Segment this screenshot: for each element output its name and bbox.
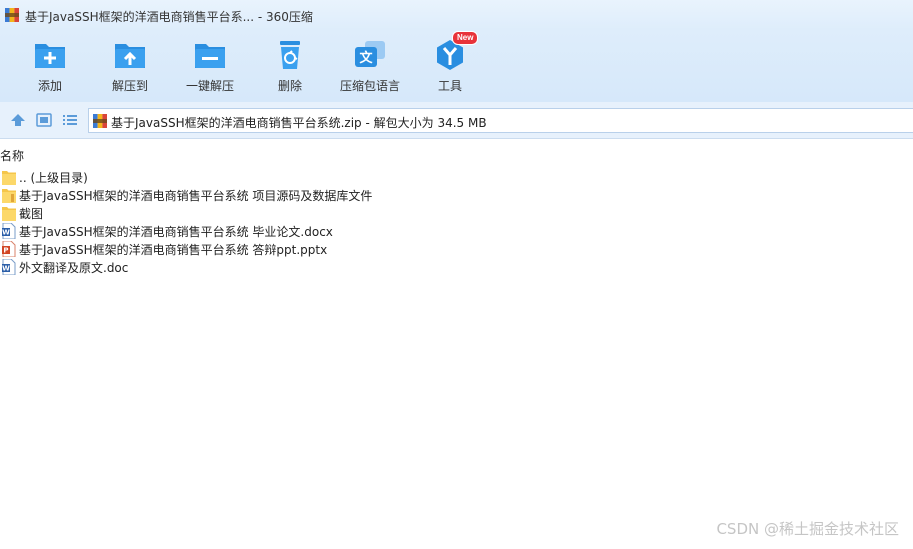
list-item[interactable]: 截图: [0, 204, 913, 222]
watermark: CSDN @稀土掘金技术社区: [716, 520, 899, 538]
list-item[interactable]: 基于JavaSSH框架的洋酒电商销售平台系统 项目源码及数据库文件: [0, 186, 913, 204]
list-view-icon[interactable]: [62, 113, 78, 127]
delete-icon: [280, 41, 300, 69]
add-button[interactable]: 添加: [10, 38, 90, 94]
word-document-icon: W: [2, 259, 16, 275]
file-list: .. (上级目录) 基于JavaSSH框架的洋酒电商销售平台系统 项目源码及数据…: [0, 168, 913, 276]
tools-button[interactable]: New 工具: [410, 31, 490, 94]
window-title: 基于JavaSSH框架的洋酒电商销售平台系... - 360压缩: [25, 10, 313, 24]
svg-text:W: W: [2, 265, 10, 273]
new-badge: New: [452, 31, 479, 45]
thumbnail-view-icon[interactable]: [36, 113, 52, 127]
folder-icon: [2, 189, 16, 203]
navigation-bar: 基于JavaSSH框架的洋酒电商销售平台系统.zip - 解包大小为 34.5 …: [0, 102, 913, 139]
extract-to-icon: [115, 44, 145, 68]
folder-icon: [2, 207, 16, 221]
archive-path: 基于JavaSSH框架的洋酒电商销售平台系统.zip - 解包大小为 34.5 …: [111, 116, 487, 130]
powerpoint-document-icon: P: [2, 241, 16, 257]
delete-button[interactable]: 删除: [250, 38, 330, 94]
archive-language-button[interactable]: 文 压缩包语言: [330, 38, 410, 94]
list-item[interactable]: P 基于JavaSSH框架的洋酒电商销售平台系统 答辩ppt.pptx: [0, 240, 913, 258]
list-item[interactable]: .. (上级目录): [0, 168, 913, 186]
extract-to-button[interactable]: 解压到: [90, 38, 170, 94]
folder-icon: [2, 171, 16, 185]
main-toolbar: 添加 解压到 一键解压 删除 文 压缩包语言 New 工具: [0, 30, 913, 102]
column-header-name[interactable]: 名称: [0, 147, 24, 164]
svg-text:W: W: [2, 229, 10, 237]
svg-text:文: 文: [359, 50, 373, 66]
list-item[interactable]: W 外文翻译及原文.doc: [0, 258, 913, 276]
one-click-extract-button[interactable]: 一键解压: [170, 38, 250, 94]
title-bar: 基于JavaSSH框架的洋酒电商销售平台系... - 360压缩: [0, 0, 913, 30]
archive-language-icon: 文: [355, 41, 385, 67]
list-item[interactable]: W 基于JavaSSH框架的洋酒电商销售平台系统 毕业论文.docx: [0, 222, 913, 240]
add-icon: [35, 44, 65, 68]
word-document-icon: W: [2, 223, 16, 239]
one-click-extract-icon: [195, 44, 225, 68]
zip-file-icon: [93, 114, 107, 128]
svg-text:P: P: [3, 247, 8, 255]
archive-app-icon: [5, 8, 19, 22]
up-arrow-icon[interactable]: [10, 113, 26, 127]
address-bar[interactable]: 基于JavaSSH框架的洋酒电商销售平台系统.zip - 解包大小为 34.5 …: [88, 108, 913, 133]
